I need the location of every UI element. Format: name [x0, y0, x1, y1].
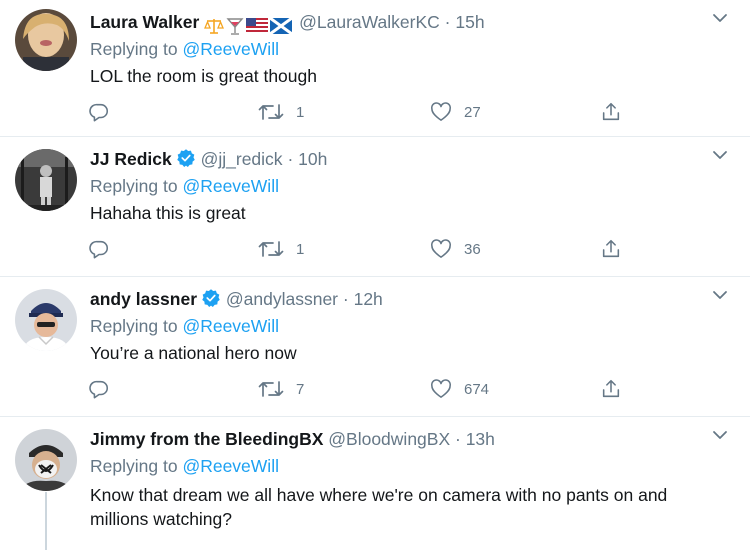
- timestamp[interactable]: 12h: [354, 289, 383, 309]
- separator-dot: ·: [287, 149, 294, 169]
- like-button[interactable]: 36: [430, 235, 481, 263]
- tweet-actions: 7 674: [88, 375, 648, 403]
- reply-icon: [89, 240, 109, 259]
- tweet-jimmy-from-the-bleedingbx[interactable]: Jimmy from the BleedingBX @BloodwingBX ·…: [0, 417, 750, 550]
- retweet-button[interactable]: 1: [258, 235, 304, 263]
- tweet-header: Laura Walker @LauraWalkerKC · 15h: [90, 11, 485, 36]
- separator-dot: ·: [455, 429, 461, 449]
- like-button[interactable]: 27: [430, 98, 481, 126]
- emoji-group: [204, 14, 294, 36]
- retweet-button[interactable]: 7: [258, 375, 304, 403]
- avatar[interactable]: [15, 9, 77, 71]
- replying-to: Replying to @ReeveWill: [90, 175, 279, 197]
- handle[interactable]: @andylassner: [226, 289, 338, 309]
- reply-icon: [89, 103, 109, 122]
- timestamp[interactable]: 13h: [466, 429, 495, 449]
- tweet-header: JJ Redick @jj_redick · 10h: [90, 148, 327, 170]
- chevron-down-icon[interactable]: [712, 13, 728, 23]
- retweet-button[interactable]: 1: [258, 98, 304, 126]
- replying-to: Replying to @ReeveWill: [90, 38, 279, 60]
- like-count: 36: [464, 240, 481, 258]
- chevron-down-icon[interactable]: [712, 290, 728, 300]
- tweet-laura-walker[interactable]: Laura Walker @LauraWalkerKC · 15h Replyi…: [0, 0, 750, 137]
- retweet-icon: [258, 381, 284, 397]
- chevron-down-icon[interactable]: [712, 430, 728, 440]
- tweet-actions: 1 36: [88, 235, 648, 263]
- replying-prefix: Replying to: [90, 456, 178, 476]
- display-name[interactable]: Jimmy from the BleedingBX: [90, 429, 323, 449]
- replying-prefix: Replying to: [90, 316, 178, 336]
- tweet-actions: 1 27: [88, 98, 648, 126]
- retweet-icon: [258, 104, 284, 120]
- tweet-andy-lassner[interactable]: andy lassner @andylassner · 12h Replying…: [0, 277, 750, 417]
- separator-dot: ·: [342, 289, 349, 309]
- share-button[interactable]: [600, 98, 622, 126]
- share-icon: [602, 102, 620, 121]
- avatar[interactable]: [15, 149, 77, 211]
- tweet-header: andy lassner @andylassner · 12h: [90, 288, 383, 310]
- tweet-text: Know that dream we all have where we're …: [90, 485, 668, 529]
- timestamp[interactable]: 10h: [298, 149, 327, 169]
- scotland-flag-emoji: [270, 18, 293, 35]
- tweet-jj-redick[interactable]: JJ Redick @jj_redick · 10h Replying to @…: [0, 137, 750, 277]
- share-icon: [602, 379, 620, 398]
- retweet-count: 1: [296, 240, 305, 258]
- timestamp[interactable]: 15h: [455, 12, 484, 32]
- display-name[interactable]: Laura Walker: [90, 12, 199, 32]
- replying-to: Replying to @ReeveWill: [90, 455, 279, 477]
- retweet-count: 7: [296, 380, 305, 398]
- scales-emoji: [204, 19, 225, 35]
- replying-to-mention[interactable]: @ReeveWill: [182, 456, 279, 476]
- heart-icon: [431, 239, 451, 258]
- us-flag-emoji: [246, 18, 269, 35]
- avatar[interactable]: [15, 429, 77, 491]
- handle[interactable]: @BloodwingBX: [328, 429, 450, 449]
- like-count: 674: [464, 380, 490, 398]
- replying-prefix: Replying to: [90, 176, 178, 196]
- verified-badge-icon: [202, 289, 220, 307]
- retweet-icon: [258, 241, 284, 257]
- share-button[interactable]: [600, 375, 622, 403]
- retweet-count: 1: [296, 103, 305, 121]
- handle[interactable]: @LauraWalkerKC: [299, 12, 440, 32]
- reply-button[interactable]: [88, 98, 110, 126]
- cocktail-emoji: [226, 18, 244, 36]
- replying-to-mention[interactable]: @ReeveWill: [182, 39, 279, 59]
- like-count: 27: [464, 103, 481, 121]
- tweet-text: Hahaha this is great: [90, 203, 246, 223]
- chevron-down-icon[interactable]: [712, 150, 728, 160]
- tweet-header: Jimmy from the BleedingBX @BloodwingBX ·…: [90, 428, 495, 450]
- display-name[interactable]: JJ Redick: [90, 149, 172, 169]
- share-button[interactable]: [600, 235, 622, 263]
- share-icon: [602, 239, 620, 258]
- verified-badge-icon: [176, 149, 195, 167]
- replying-to-mention[interactable]: @ReeveWill: [182, 176, 279, 196]
- tweet-text: LOL the room is great though: [90, 66, 317, 86]
- replying-to: Replying to @ReeveWill: [90, 315, 279, 337]
- separator-dot: ·: [444, 12, 451, 32]
- reply-button[interactable]: [88, 235, 110, 263]
- tweet-text: You’re a national hero now: [90, 343, 297, 363]
- heart-icon: [431, 379, 451, 398]
- like-button[interactable]: 674: [430, 375, 489, 403]
- replying-prefix: Replying to: [90, 39, 178, 59]
- thread-connector-line: [45, 492, 47, 550]
- handle[interactable]: @jj_redick: [201, 149, 283, 169]
- reply-icon: [89, 380, 109, 399]
- replying-to-mention[interactable]: @ReeveWill: [182, 316, 279, 336]
- heart-icon: [431, 102, 451, 121]
- avatar[interactable]: [15, 289, 77, 351]
- reply-button[interactable]: [88, 375, 110, 403]
- display-name[interactable]: andy lassner: [90, 289, 197, 309]
